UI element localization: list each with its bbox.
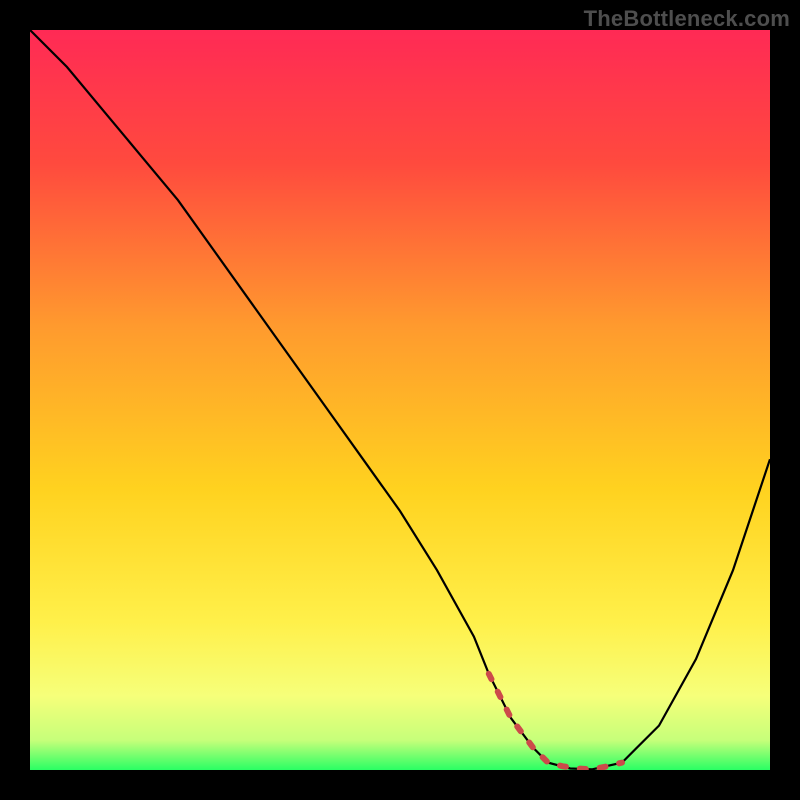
plot-area [30, 30, 770, 770]
bottleneck-chart [30, 30, 770, 770]
chart-frame: TheBottleneck.com [0, 0, 800, 800]
gradient-background [30, 30, 770, 770]
watermark-text: TheBottleneck.com [584, 6, 790, 32]
